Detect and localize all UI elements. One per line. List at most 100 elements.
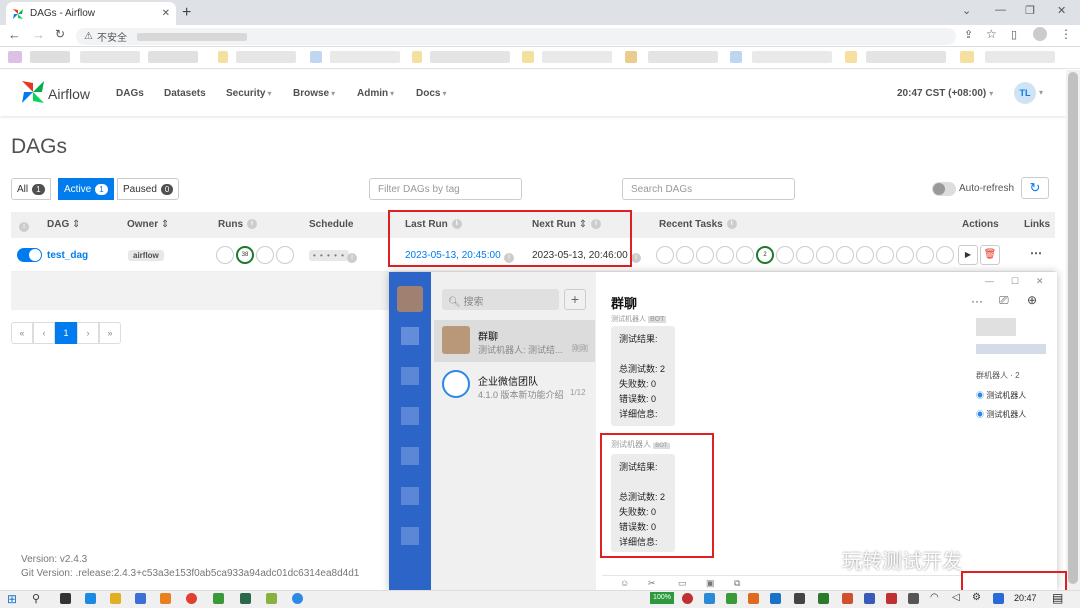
task-state-circle[interactable] <box>716 246 734 264</box>
airflow-logo-icon[interactable] <box>20 79 46 105</box>
task-state-circle[interactable] <box>656 246 674 264</box>
new-tab-button[interactable]: + <box>182 4 191 22</box>
task-state-circle[interactable] <box>696 246 714 264</box>
pagination-last[interactable]: » <box>99 322 121 344</box>
contacts-icon[interactable] <box>401 367 419 385</box>
user-avatar[interactable]: TL <box>1014 82 1036 104</box>
task-state-success[interactable]: 2 <box>756 246 774 264</box>
notification-icon[interactable]: ▤ <box>1052 591 1063 605</box>
emoji-icon[interactable]: ☺ <box>620 578 629 588</box>
info-icon[interactable]: i <box>631 250 641 264</box>
bookmark-item[interactable] <box>218 51 228 63</box>
task-state-circle[interactable] <box>776 246 794 264</box>
task-state-circle[interactable] <box>796 246 814 264</box>
share-icon[interactable]: ⇪ <box>964 28 973 41</box>
tray-icon[interactable] <box>842 593 853 604</box>
app-icon[interactable] <box>160 593 171 604</box>
sidebar-icon[interactable]: ▯ <box>1011 28 1017 41</box>
pagination-next[interactable]: › <box>77 322 99 344</box>
nav-docs[interactable]: Docs ▾ <box>416 88 446 99</box>
taskbar-clock[interactable]: 20:47 <box>1014 593 1037 603</box>
schedule-badge[interactable]: • • • • • <box>309 250 349 261</box>
more-icon[interactable]: ··· <box>971 294 983 308</box>
calendar-icon[interactable] <box>401 407 419 425</box>
tray-icon[interactable] <box>704 593 715 604</box>
app-icon[interactable] <box>135 593 146 604</box>
task-state-circle[interactable] <box>676 246 694 264</box>
bookmark-item[interactable] <box>412 51 422 63</box>
filter-active-button[interactable]: Active 1 <box>58 178 114 200</box>
info-icon[interactable]: i <box>19 219 29 233</box>
menu-kebab-icon[interactable]: ⋮ <box>1060 27 1072 41</box>
apps-icon[interactable] <box>401 527 419 545</box>
nav-browse[interactable]: Browse ▾ <box>293 88 335 99</box>
wecom-add-button[interactable]: + <box>564 289 586 310</box>
nav-security[interactable]: Security ▾ <box>226 88 271 99</box>
bookmark-item[interactable] <box>625 51 637 63</box>
drive-icon[interactable] <box>401 487 419 505</box>
tray-icon[interactable] <box>818 593 829 604</box>
bookmark-item[interactable] <box>730 51 742 63</box>
task-state-circle[interactable] <box>936 246 954 264</box>
app-icon[interactable] <box>213 593 224 604</box>
restore-icon[interactable]: ❐ <box>1025 4 1035 17</box>
docs-icon[interactable] <box>401 447 419 465</box>
caret-down-icon[interactable]: ▾ <box>1039 88 1043 97</box>
dag-pause-toggle[interactable] <box>17 248 42 262</box>
dag-link[interactable]: test_dag <box>47 250 88 261</box>
bookmark-item[interactable] <box>80 51 140 63</box>
user-avatar[interactable] <box>397 286 423 312</box>
task-state-circle[interactable] <box>876 246 894 264</box>
edge-icon[interactable] <box>85 593 96 604</box>
message-bubble[interactable]: 测试结果: 总测试数: 2 失败数: 0 错误数: 0 详细信息: <box>611 326 675 426</box>
info-icon[interactable]: i <box>347 250 357 264</box>
bot-member[interactable]: ◉ 测试机器人 <box>976 390 1026 401</box>
tag-filter-input[interactable]: Filter DAGs by tag <box>369 178 522 200</box>
add-member-icon[interactable]: ⊕ <box>1027 293 1037 307</box>
col-dag[interactable]: DAG ⇕ <box>47 219 80 230</box>
search-icon[interactable]: ⚲ <box>32 592 40 605</box>
run-state-circle[interactable] <box>276 246 294 264</box>
scrollbar-thumb[interactable] <box>1068 72 1078 584</box>
windows-start-icon[interactable]: ⊞ <box>7 592 17 606</box>
tray-icon[interactable] <box>748 593 759 604</box>
info-icon[interactable]: i <box>726 219 737 230</box>
browser-tab[interactable]: DAGs - Airflow ✕ <box>6 2 176 25</box>
filter-all-button[interactable]: All 1 <box>11 178 51 200</box>
app-icon[interactable] <box>266 593 277 604</box>
tray-icon[interactable] <box>770 593 781 604</box>
nav-admin[interactable]: Admin ▾ <box>357 88 394 99</box>
auto-refresh-toggle[interactable] <box>932 182 956 196</box>
bookmark-item[interactable] <box>866 51 946 63</box>
tray-icon[interactable] <box>794 593 805 604</box>
run-state-circle[interactable] <box>216 246 234 264</box>
links-menu-button[interactable]: ⋯ <box>1030 246 1042 260</box>
minimize-icon[interactable]: — <box>995 4 1006 16</box>
filter-paused-button[interactable]: Paused 0 <box>117 178 180 200</box>
wecom-team-avatar[interactable] <box>442 370 470 398</box>
nav-dags[interactable]: DAGs <box>116 88 144 99</box>
col-owner[interactable]: Owner ⇕ <box>127 219 169 230</box>
bot-member[interactable]: ◉ 测试机器人 <box>976 409 1026 420</box>
bookmark-item[interactable] <box>330 51 400 63</box>
bookmark-item[interactable] <box>648 51 718 63</box>
brand-name[interactable]: Airflow <box>48 86 90 102</box>
ime-icon[interactable]: ⚙ <box>972 592 981 603</box>
profile-icon[interactable] <box>1033 27 1047 41</box>
task-state-circle[interactable] <box>856 246 874 264</box>
wifi-icon[interactable]: ◠ <box>930 592 939 603</box>
bookmark-item[interactable] <box>236 51 296 63</box>
task-state-circle[interactable] <box>836 246 854 264</box>
tab-close-icon[interactable]: ✕ <box>162 8 170 19</box>
explorer-icon[interactable] <box>110 593 121 604</box>
tray-icon[interactable] <box>682 593 693 604</box>
maximize-icon[interactable]: ☐ <box>1011 276 1019 287</box>
bookmark-item[interactable] <box>542 51 612 63</box>
bookmark-item[interactable] <box>310 51 322 63</box>
pycharm-icon[interactable] <box>240 593 251 604</box>
owner-badge[interactable]: airflow <box>128 250 164 261</box>
bookmark-star-icon[interactable]: ☆ <box>986 27 997 41</box>
forward-icon[interactable]: → <box>32 27 45 42</box>
file-icon[interactable]: ▭ <box>678 578 687 589</box>
bookmark-item[interactable] <box>148 51 198 63</box>
